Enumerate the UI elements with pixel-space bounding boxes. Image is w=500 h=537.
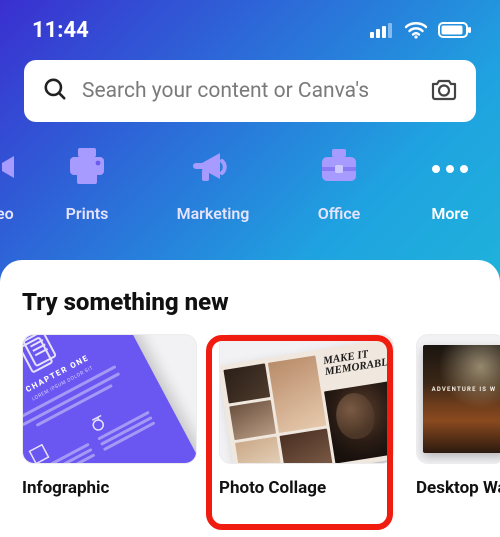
category-video-partial[interactable]: eo: [0, 148, 16, 223]
camera-icon[interactable]: [430, 77, 458, 105]
card-thumb: CHAPTER ONE LOREM IPSUM DOLOR SIT: [22, 334, 197, 464]
search-icon: [42, 76, 68, 106]
printer-icon: [67, 148, 107, 186]
status-icons: [370, 21, 472, 39]
battery-icon: [438, 22, 472, 38]
category-label: Marketing: [177, 204, 250, 223]
suggestions-sheet: Try something new CHAPTER ONE LOREM IPSU…: [0, 260, 500, 537]
video-icon: [0, 148, 16, 186]
category-label: Office: [318, 204, 361, 223]
category-marketing[interactable]: Marketing: [158, 148, 268, 223]
thumb-wall-text: ADVENTURE IS W: [423, 386, 500, 393]
search-bar[interactable]: Search your content or Canva's: [24, 60, 476, 122]
search-placeholder: Search your content or Canva's: [82, 79, 416, 103]
category-office[interactable]: Office: [284, 148, 394, 223]
card-thumb: MAKE ITMEMORABLE: [219, 334, 394, 464]
category-prints[interactable]: Prints: [32, 148, 142, 223]
card-label: Photo Collage: [219, 478, 394, 498]
section-title: Try something new: [22, 288, 500, 316]
card-row[interactable]: CHAPTER ONE LOREM IPSUM DOLOR SIT Infogr…: [22, 334, 500, 498]
card-label: Infographic: [22, 478, 197, 498]
card-desktop-wallpaper[interactable]: ADVENTURE IS W Desktop Wal: [416, 334, 500, 498]
megaphone-icon: [192, 148, 234, 186]
category-row: eo Prints Marketing Office More: [0, 122, 500, 223]
cell-signal-icon: [370, 22, 394, 38]
card-thumb: ADVENTURE IS W: [416, 334, 500, 464]
briefcase-icon: [319, 148, 359, 186]
app-screen: 11:44 Search your content or Canva's: [0, 0, 500, 537]
wifi-icon: [404, 21, 428, 39]
card-photo-collage[interactable]: MAKE ITMEMORABLE Photo Collage: [219, 334, 394, 498]
status-time: 11:44: [32, 18, 89, 43]
category-label: Prints: [66, 204, 109, 223]
category-label: eo: [0, 204, 14, 223]
card-infographic[interactable]: CHAPTER ONE LOREM IPSUM DOLOR SIT Infogr…: [22, 334, 197, 498]
status-bar: 11:44: [0, 0, 500, 60]
category-label: More: [431, 204, 468, 223]
category-more[interactable]: More: [410, 148, 490, 223]
card-label: Desktop Wal: [416, 478, 500, 498]
more-icon: [432, 148, 468, 186]
